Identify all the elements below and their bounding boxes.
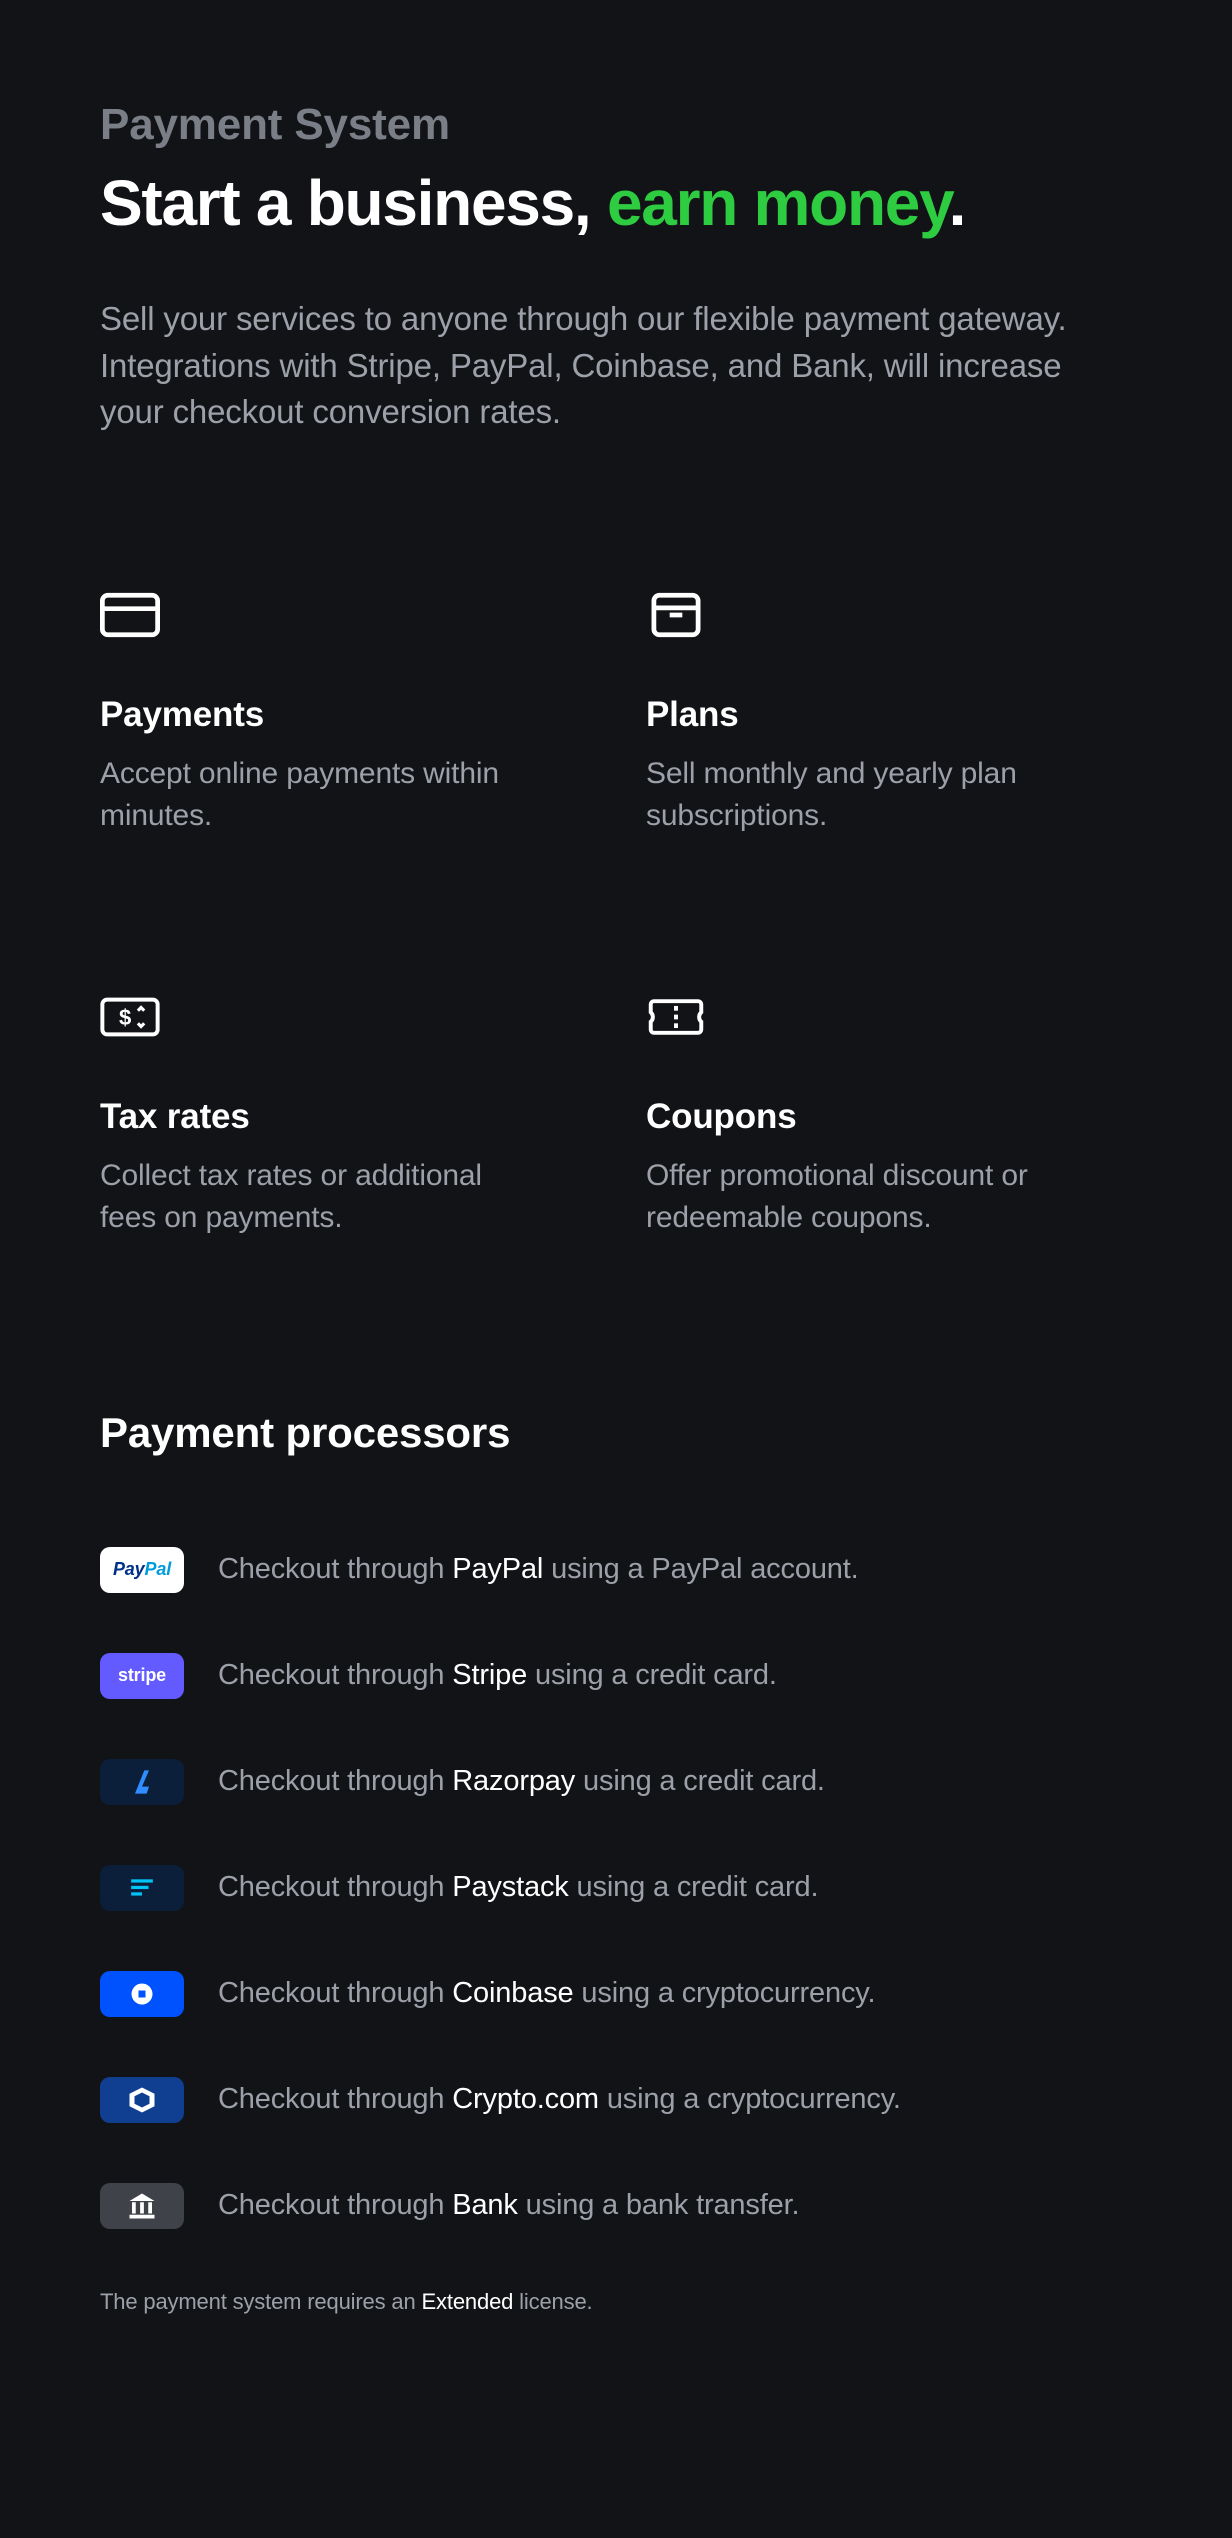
feature-tax-rates: $ Tax rates Collect tax rates or additio… xyxy=(100,987,586,1239)
credit-card-icon xyxy=(100,585,160,645)
bank-logo-icon xyxy=(100,2183,184,2229)
ticket-icon xyxy=(646,987,706,1047)
section-lead: Sell your services to anyone through our… xyxy=(100,296,1130,435)
processor-desc: Checkout through PayPal using a PayPal a… xyxy=(218,1553,859,1586)
feature-payments: Payments Accept online payments within m… xyxy=(100,585,586,837)
feature-desc: Sell monthly and yearly plan subscriptio… xyxy=(646,753,1066,837)
processor-desc: Checkout through Coinbase using a crypto… xyxy=(218,1977,875,2010)
paypal-logo-icon: PayPal xyxy=(100,1547,184,1593)
cryptocom-logo-icon xyxy=(100,2077,184,2123)
paystack-logo-icon xyxy=(100,1865,184,1911)
processor-razorpay: Checkout through Razorpay using a credit… xyxy=(100,1759,1132,1805)
processors-heading: Payment processors xyxy=(100,1409,1132,1457)
processor-paystack: Checkout through Paystack using a credit… xyxy=(100,1865,1132,1911)
feature-title: Plans xyxy=(646,695,1132,735)
feature-desc: Offer promotional discount or redeemable… xyxy=(646,1155,1066,1239)
processor-paypal: PayPal Checkout through PayPal using a P… xyxy=(100,1547,1132,1593)
cash-icon: $ xyxy=(100,987,160,1047)
stripe-logo-icon: stripe xyxy=(100,1653,184,1699)
processor-desc: Checkout through Paystack using a credit… xyxy=(218,1871,818,1904)
feature-desc: Accept online payments within minutes. xyxy=(100,753,520,837)
feature-title: Coupons xyxy=(646,1097,1132,1137)
processors-list: PayPal Checkout through PayPal using a P… xyxy=(100,1547,1132,2229)
processor-desc: Checkout through Stripe using a credit c… xyxy=(218,1659,777,1692)
processor-desc: Checkout through Bank using a bank trans… xyxy=(218,2189,799,2222)
processor-coinbase: Checkout through Coinbase using a crypto… xyxy=(100,1971,1132,2017)
feature-desc: Collect tax rates or additional fees on … xyxy=(100,1155,520,1239)
processor-desc: Checkout through Crypto.com using a cryp… xyxy=(218,2083,901,2116)
coinbase-logo-icon xyxy=(100,1971,184,2017)
section-headline: Start a business, earn money. xyxy=(100,168,1132,238)
headline-post: . xyxy=(949,167,966,239)
headline-pre: Start a business, xyxy=(100,167,607,239)
license-footnote: The payment system requires an Extended … xyxy=(100,2289,1132,2315)
svg-text:$: $ xyxy=(119,1005,131,1030)
section-eyebrow: Payment System xyxy=(100,100,1132,150)
headline-accent: earn money xyxy=(607,167,949,239)
razorpay-logo-icon xyxy=(100,1759,184,1805)
processor-bank: Checkout through Bank using a bank trans… xyxy=(100,2183,1132,2229)
package-icon xyxy=(646,585,706,645)
processor-desc: Checkout through Razorpay using a credit… xyxy=(218,1765,825,1798)
feature-title: Tax rates xyxy=(100,1097,586,1137)
feature-coupons: Coupons Offer promotional discount or re… xyxy=(646,987,1132,1239)
processor-stripe: stripe Checkout through Stripe using a c… xyxy=(100,1653,1132,1699)
feature-title: Payments xyxy=(100,695,586,735)
feature-plans: Plans Sell monthly and yearly plan subsc… xyxy=(646,585,1132,837)
processor-cryptocom: Checkout through Crypto.com using a cryp… xyxy=(100,2077,1132,2123)
